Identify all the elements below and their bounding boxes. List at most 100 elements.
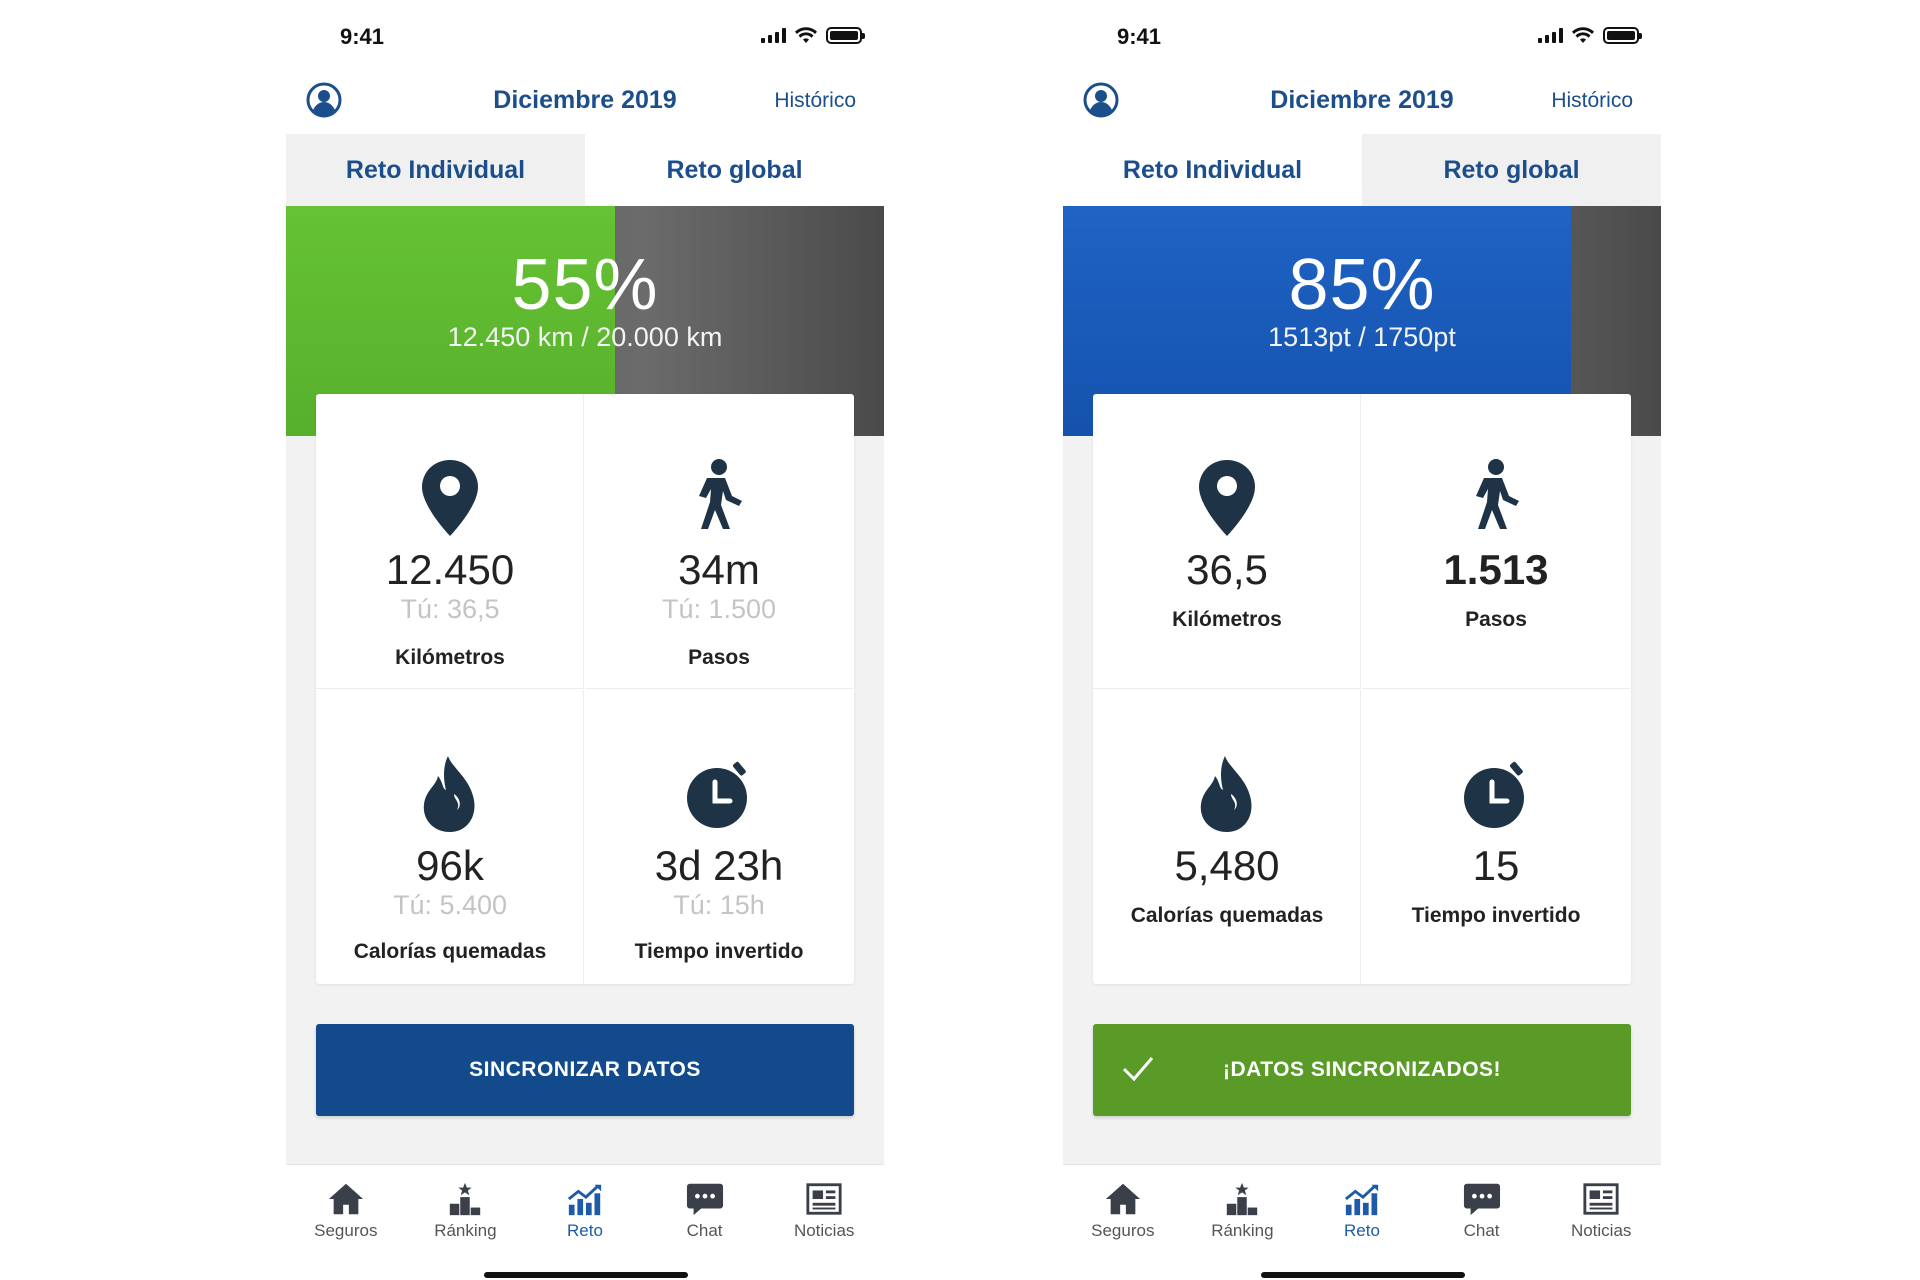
home-icon (327, 1181, 365, 1217)
nav-label: Reto (1344, 1221, 1380, 1240)
challenge-tabs: Reto Individual Reto global (286, 134, 884, 206)
chart-icon (566, 1181, 604, 1217)
sync-status-label: ¡DATOS SINCRONIZADOS! (1222, 1058, 1502, 1081)
challenge-tabs: Reto Individual Reto global (1063, 134, 1661, 206)
stat-value: 15 (1472, 842, 1520, 889)
stat-label: Tiempo invertido (634, 940, 804, 963)
history-link[interactable]: Histórico (1551, 89, 1633, 113)
stat-label: Calorías quemadas (353, 940, 547, 963)
nav-item-chat[interactable]: Chat (645, 1165, 765, 1280)
stat-calorias: 96k Tú: 5.400 Calorías quemadas (316, 690, 584, 985)
stats-card: 36,5 Kilómetros 1.513 Pasos 5,480 Calorí… (1093, 394, 1631, 985)
stat-personal-value: Tú: 15h (673, 890, 765, 920)
checkmark-icon (1122, 1057, 1154, 1082)
nav-label: Ránking (434, 1221, 497, 1240)
stat-value: 34m (678, 546, 760, 593)
nav-item-chat[interactable]: Chat (1422, 1165, 1542, 1280)
progress-detail: 1513pt / 1750pt (1268, 322, 1456, 352)
nav-item-noticias[interactable]: Noticias (764, 1165, 884, 1280)
nav-item-seguros[interactable]: Seguros (1063, 1165, 1183, 1280)
tab-reto-individual[interactable]: Reto Individual (1063, 134, 1362, 206)
tab-reto-individual[interactable]: Reto Individual (286, 134, 585, 206)
stat-pasos: 34m Tú: 1.500 Pasos (585, 394, 853, 689)
nav-label: Chat (686, 1221, 723, 1240)
stat-tiempo: 15 Tiempo invertido (1362, 690, 1630, 985)
nav-item-reto[interactable]: Reto (525, 1165, 645, 1280)
bottom-tab-bar: Seguros Ránking Reto Chat Noticias (1063, 1164, 1661, 1280)
home-icon (1104, 1181, 1142, 1217)
stats-card: 12.450 Tú: 36,5 Kilómetros 34m Tú: 1.500… (316, 394, 854, 985)
cellular-signal-icon (761, 27, 786, 43)
stat-label: Kilómetros (1172, 608, 1282, 631)
home-indicator[interactable] (484, 1272, 688, 1278)
challenge-content: 85% 1513pt / 1750pt 36,5 Kilómetros 1.51… (1063, 206, 1661, 1164)
wifi-icon (795, 27, 817, 43)
nav-label: Reto (567, 1221, 603, 1240)
stat-personal-value: Tú: 1.500 (661, 594, 777, 624)
nav-item-noticias[interactable]: Noticias (1541, 1165, 1661, 1280)
stat-label: Pasos (688, 646, 750, 669)
podium-icon (446, 1181, 484, 1217)
sync-data-button[interactable]: SINCRONIZAR DATOS (316, 1024, 854, 1116)
stat-kilometros: 12.450 Tú: 36,5 Kilómetros (316, 394, 584, 689)
nav-label: Noticias (1570, 1221, 1632, 1240)
tab-reto-global[interactable]: Reto global (585, 134, 884, 206)
podium-icon (1223, 1181, 1261, 1217)
nav-label: Noticias (793, 1221, 855, 1240)
battery-icon (826, 26, 865, 44)
flame-icon (1197, 754, 1257, 834)
stopwatch-icon (684, 754, 754, 834)
stat-value: 3d 23h (654, 842, 784, 889)
stat-calorias: 5,480 Calorías quemadas (1093, 690, 1361, 985)
stat-value: 5,480 (1174, 842, 1280, 889)
stat-value: 12.450 (385, 546, 515, 593)
user-circle-icon[interactable] (306, 82, 342, 118)
data-synced-button[interactable]: ¡DATOS SINCRONIZADOS! (1093, 1024, 1631, 1116)
walking-person-icon (1466, 458, 1526, 538)
progress-percent: 55% (511, 245, 659, 325)
stopwatch-icon (1461, 754, 1531, 834)
tab-reto-global[interactable]: Reto global (1362, 134, 1661, 206)
stat-pasos: 1.513 Pasos (1362, 394, 1630, 689)
stat-tiempo: 3d 23h Tú: 15h Tiempo invertido (585, 690, 853, 985)
user-circle-icon[interactable] (1083, 82, 1119, 118)
phone-screen-individual: 9:41 Diciembre 2019 Histórico Reto Indiv… (286, 0, 884, 1280)
nav-item-seguros[interactable]: Seguros (286, 1165, 406, 1280)
status-bar: 9:41 (286, 18, 884, 58)
flame-icon (420, 754, 480, 834)
cellular-signal-icon (1538, 27, 1563, 43)
challenge-content: 55% 12.450 km / 20.000 km 12.450 Tú: 36,… (286, 206, 884, 1164)
stat-kilometros: 36,5 Kilómetros (1093, 394, 1361, 689)
chat-bubble-icon (1463, 1181, 1501, 1217)
app-header: Diciembre 2019 Histórico (286, 72, 884, 132)
nav-label: Ránking (1211, 1221, 1274, 1240)
status-bar: 9:41 (1063, 18, 1661, 58)
nav-item-ranking[interactable]: Ránking (1183, 1165, 1303, 1280)
history-link[interactable]: Histórico (774, 89, 856, 113)
status-time: 9:41 (340, 24, 385, 49)
status-time: 9:41 (1117, 24, 1162, 49)
status-icons (761, 26, 865, 44)
stat-label: Tiempo invertido (1411, 904, 1581, 927)
newspaper-icon (1582, 1181, 1620, 1217)
stat-label: Kilómetros (395, 646, 505, 669)
stat-value: 36,5 (1186, 546, 1268, 593)
stat-personal-value: Tú: 36,5 (400, 594, 500, 624)
nav-label: Seguros (1091, 1221, 1155, 1240)
home-indicator[interactable] (1261, 1272, 1465, 1278)
progress-detail: 12.450 km / 20.000 km (447, 322, 723, 352)
newspaper-icon (805, 1181, 843, 1217)
nav-item-reto[interactable]: Reto (1302, 1165, 1422, 1280)
progress-percent: 85% (1288, 245, 1436, 325)
stat-label: Pasos (1465, 608, 1527, 631)
nav-label: Seguros (314, 1221, 378, 1240)
battery-icon (1603, 26, 1642, 44)
chart-icon (1343, 1181, 1381, 1217)
chat-bubble-icon (686, 1181, 724, 1217)
location-pin-icon (420, 458, 480, 538)
walking-person-icon (689, 458, 749, 538)
nav-item-ranking[interactable]: Ránking (406, 1165, 526, 1280)
stat-label: Calorías quemadas (1130, 904, 1324, 927)
app-header: Diciembre 2019 Histórico (1063, 72, 1661, 132)
status-icons (1538, 26, 1642, 44)
